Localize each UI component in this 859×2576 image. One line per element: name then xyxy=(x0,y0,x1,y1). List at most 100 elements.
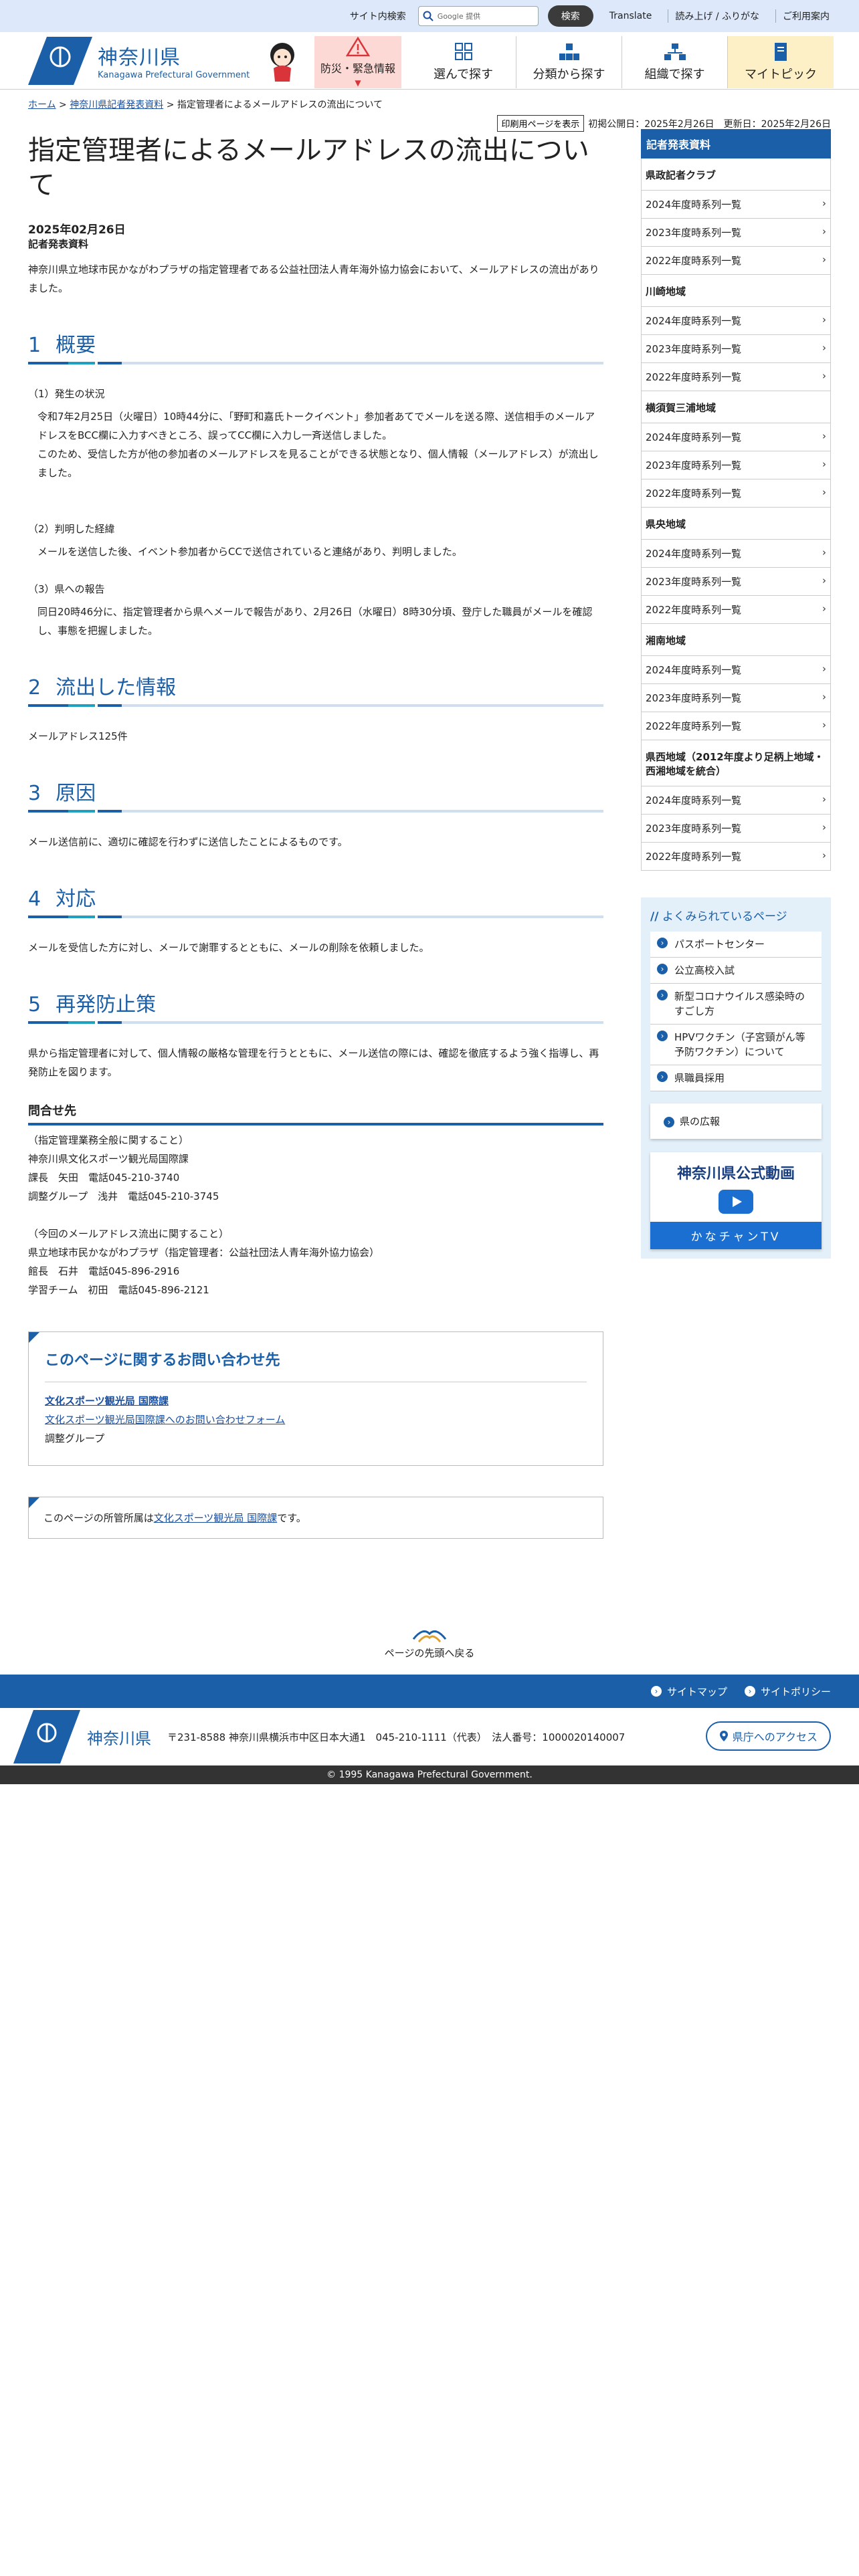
play-icon xyxy=(719,1190,753,1214)
nav-category[interactable]: 分類から探す xyxy=(516,36,622,88)
nav-choose-label: 選んで探す xyxy=(433,68,494,82)
search-input[interactable]: Google 提供 xyxy=(417,6,539,26)
sidebar-item-label: 2022年度時系列一覧 xyxy=(646,371,742,383)
section-heading: 1 概要 xyxy=(28,328,603,364)
subsection-text: このため、受信した方が他の参加者のメールアドレスを見ることができる状態となり、個… xyxy=(37,448,599,479)
page-title: 指定管理者によるメールアドレスの流出について xyxy=(28,135,589,201)
access-button[interactable]: 県庁へのアクセス xyxy=(705,1721,831,1751)
subsection: （2）判明した経緯 メールを送信した後、イベント参加者からCCで送信されていると… xyxy=(28,520,603,561)
chevron-right-icon: › xyxy=(822,546,826,558)
usage-guide-link[interactable]: ご利用案内 xyxy=(775,9,836,23)
chevron-right-icon: › xyxy=(822,342,826,354)
logo-english: Kanagawa Prefectural Government xyxy=(98,70,250,80)
sitemap-link[interactable]: › サイトマップ xyxy=(650,1685,727,1699)
sidebar-item[interactable]: 2023年度時系列一覧 › xyxy=(641,815,831,843)
sidebar-item[interactable]: 2024年度時系列一覧 › xyxy=(641,540,831,568)
sidebar-item[interactable]: 2024年度時系列一覧 › xyxy=(641,786,831,815)
footer-address: 〒231-8588 神奈川県横浜市中区日本大通1 045-210-1111（代表… xyxy=(167,1731,626,1743)
sidebar-item[interactable]: 2022年度時系列一覧 › xyxy=(641,479,831,508)
nav-disaster[interactable]: 防災・緊急情報 ▼ xyxy=(314,36,401,88)
print-page-button[interactable]: 印刷用ページを表示 xyxy=(496,115,585,132)
subsection: （3）県への報告 同日20時46分に、指定管理者から県へメールで報告があり、2月… xyxy=(28,580,603,640)
owner-suffix: です。 xyxy=(277,1512,306,1524)
page-top-label: ページの先頭へ戻る xyxy=(384,1647,475,1659)
popular-item[interactable]: 県職員採用 xyxy=(650,1065,822,1091)
sidebar-item[interactable]: 2024年度時系列一覧 › xyxy=(641,191,831,219)
subsection-heading: （3）県への報告 xyxy=(28,583,105,595)
search-placeholder: Google 提供 xyxy=(437,12,481,21)
sidebar-item[interactable]: 2022年度時系列一覧 › xyxy=(641,247,831,275)
sidebar-item[interactable]: 2022年度時系列一覧 › xyxy=(641,363,831,391)
chevron-right-icon: › xyxy=(822,197,826,209)
inquiry-group: 調整グループ xyxy=(45,1432,105,1444)
popular-item[interactable]: 新型コロナウイルス感染時のすごし方 xyxy=(650,984,822,1025)
sidebar-item[interactable]: 2023年度時系列一覧 › xyxy=(641,684,831,712)
sidebar-item-label: 2024年度時系列一覧 xyxy=(646,664,742,676)
article-intro: 神奈川県立地球市民かながわプラザの指定管理者である公益社団法人青年海外協力協会に… xyxy=(28,263,599,294)
wave-icon xyxy=(412,1630,447,1642)
inquiry-org-link[interactable]: 文化スポーツ観光局 国際課 xyxy=(45,1395,169,1407)
sidebar-item[interactable]: 2024年度時系列一覧 › xyxy=(641,307,831,335)
nav-organization[interactable]: 組織で探す xyxy=(622,36,728,88)
nav-category-label: 分類から探す xyxy=(533,68,605,82)
sidebar-group-heading: 横須賀三浦地域 xyxy=(641,391,831,423)
breadcrumb-parent[interactable]: 神奈川県記者発表資料 xyxy=(70,100,163,110)
subsection-text: 同日20時46分に、指定管理者から県へメールで報告があり、2月26日（水曜日）8… xyxy=(37,606,593,637)
corner-mark-icon xyxy=(29,1332,39,1343)
organization-icon xyxy=(664,43,686,60)
sidebar-item-label: 2023年度時系列一覧 xyxy=(646,823,742,835)
read-aloud-link[interactable]: 読み上げ / ふりがな xyxy=(668,9,766,23)
site-logo[interactable]: 神奈川県 Kanagawa Prefectural Government xyxy=(28,36,309,85)
chevron-right-icon: › xyxy=(744,1686,755,1697)
contact-title: 問合せ先 xyxy=(28,1101,603,1125)
sidebar-item[interactable]: 2023年度時系列一覧 › xyxy=(641,219,831,247)
chevron-right-icon: › xyxy=(822,458,826,470)
koho-link[interactable]: › 県の広報 xyxy=(650,1103,822,1139)
sidebar-item-label: 2023年度時系列一覧 xyxy=(646,227,742,239)
page-top-link[interactable]: ページの先頭へ戻る xyxy=(0,1624,859,1660)
subsection-heading: （2）判明した経緯 xyxy=(28,523,115,535)
kanagawa-emblem-icon xyxy=(28,36,92,85)
chevron-right-icon: › xyxy=(650,1686,662,1697)
sidebar-item[interactable]: 2023年度時系列一覧 › xyxy=(641,451,831,479)
section-heading: 5 再発防止策 xyxy=(28,988,603,1024)
copyright: © 1995 Kanagawa Prefectural Government. xyxy=(0,1765,859,1784)
sidebar-group-heading: 川崎地域 xyxy=(641,275,831,307)
popular-item[interactable]: HPVワクチン（子宮頸がん等予防ワクチン）について xyxy=(650,1025,822,1065)
sidebar-item-label: 2024年度時系列一覧 xyxy=(646,315,742,327)
breadcrumb-current: 指定管理者によるメールアドレスの流出について xyxy=(177,100,383,110)
sidebar-item[interactable]: 2024年度時系列一覧 › xyxy=(641,423,831,451)
inquiry-form-link[interactable]: 文化スポーツ観光局国際課へのお問い合わせフォーム xyxy=(45,1414,285,1426)
sidebar-item[interactable]: 2022年度時系列一覧 › xyxy=(641,712,831,740)
article: 指定管理者によるメールアドレスの流出について 2025年02月26日 記者発表資… xyxy=(28,132,603,1539)
site-policy-link[interactable]: › サイトポリシー xyxy=(744,1685,831,1699)
sidebar-item[interactable]: 2023年度時系列一覧 › xyxy=(641,335,831,363)
corner-mark-icon xyxy=(29,1497,39,1508)
breadcrumb-home[interactable]: ホーム xyxy=(28,100,56,110)
footer-logo[interactable]: 神奈川県 xyxy=(13,1710,167,1763)
article-category: 記者発表資料 xyxy=(28,238,89,250)
location-icon xyxy=(719,1731,728,1741)
nav-choose[interactable]: 選んで探す xyxy=(411,36,516,88)
official-video-banner[interactable]: 神奈川県公式動画 かなチャンTV xyxy=(650,1152,822,1249)
sidebar-item[interactable]: 2022年度時系列一覧 › xyxy=(641,596,831,624)
owner-link[interactable]: 文化スポーツ観光局 国際課 xyxy=(154,1512,277,1524)
sidebar-item[interactable]: 2022年度時系列一覧 › xyxy=(641,843,831,871)
utility-bar: サイト内検索 Google 提供 検索 Translate 読み上げ / ふりが… xyxy=(0,0,859,32)
popular-item[interactable]: パスポートセンター xyxy=(650,932,822,958)
logo-japanese: 神奈川県 xyxy=(98,46,181,70)
chevron-right-icon: › xyxy=(822,430,826,442)
translate-link[interactable]: Translate xyxy=(603,11,659,21)
sidebar-item-label: 2023年度時系列一覧 xyxy=(646,343,742,355)
popular-item[interactable]: 公立高校入試 xyxy=(650,958,822,984)
sidebar-item[interactable]: 2024年度時系列一覧 › xyxy=(641,656,831,684)
sidebar-item-label: 2022年度時系列一覧 xyxy=(646,255,742,267)
nav-organization-label: 組織で探す xyxy=(644,68,705,82)
sidebar-head[interactable]: 記者発表資料 xyxy=(641,129,831,158)
section-text: 県から指定管理者に対して、個人情報の厳格な管理を行うとともに、メール送信の際には… xyxy=(28,1047,599,1078)
search-button[interactable]: 検索 xyxy=(547,5,593,27)
nav-mytopic[interactable]: マイトピック xyxy=(728,36,834,88)
sidebar-group-heading: 県政記者クラブ xyxy=(641,158,831,191)
sidebar-item[interactable]: 2023年度時系列一覧 › xyxy=(641,568,831,596)
video-title: 神奈川県公式動画 xyxy=(676,1166,795,1182)
